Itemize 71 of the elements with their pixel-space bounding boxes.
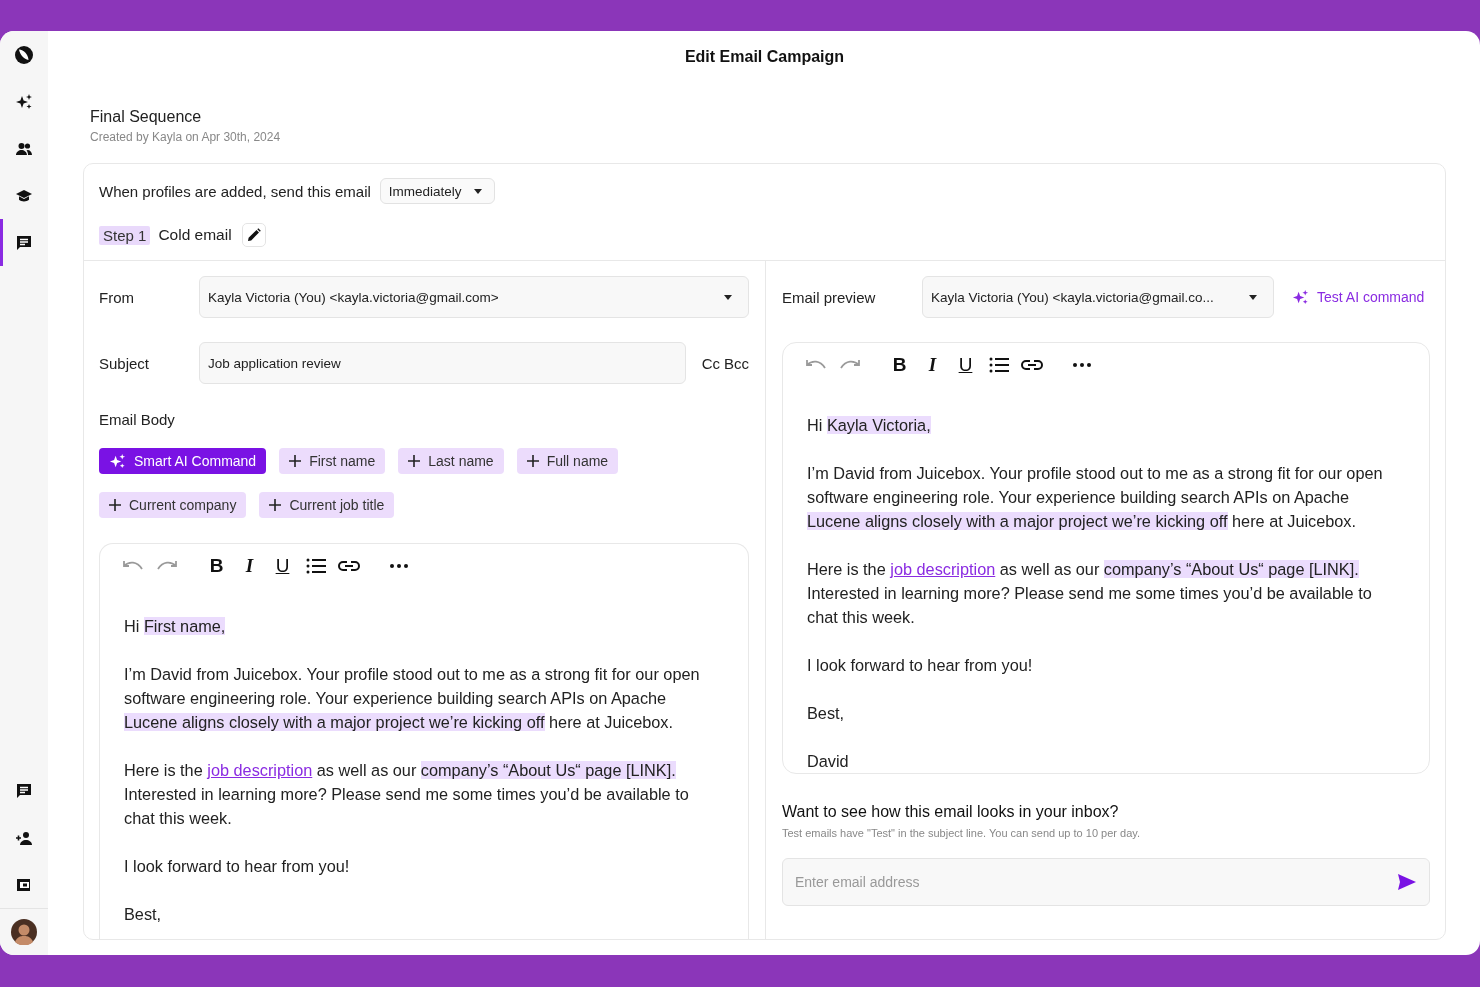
sequence-name: Final Sequence	[90, 107, 203, 127]
email-editor[interactable]	[99, 543, 749, 939]
preview-label: Email preview	[782, 288, 877, 306]
cc-link[interactable]: Cc	[701, 354, 720, 372]
subject-field[interactable]: Job application review	[199, 342, 686, 384]
more-icon	[1072, 363, 1091, 367]
from-dropdown[interactable]: Kayla Victoria (You) <kayla.victoria@gmail.com>	[199, 276, 749, 318]
variable-chip[interactable]: Last name	[398, 448, 504, 474]
plus-icon	[526, 455, 539, 467]
page-title: Edit Email Campaign	[684, 47, 845, 67]
underline-button[interactable]: U	[266, 551, 299, 581]
avatar-icon	[11, 919, 37, 945]
variable-chip[interactable]: Current company	[99, 492, 247, 518]
chat-icon	[15, 781, 33, 800]
timing-dropdown[interactable]: Immediately	[379, 178, 495, 204]
send-icon	[1398, 874, 1416, 890]
plus-icon	[269, 499, 282, 511]
variable-chip[interactable]: First name	[279, 448, 386, 474]
link-icon	[1021, 359, 1043, 371]
smart-ai-command-button[interactable]: Smart AI Command	[99, 448, 267, 474]
email-paragraph: Hi Kayla Victoria,	[807, 415, 932, 436]
job-description-link[interactable]: job description	[207, 761, 313, 779]
link-icon	[338, 560, 360, 572]
plus-icon	[289, 455, 302, 467]
sparkle-icon	[109, 452, 126, 470]
email-paragraph: David	[807, 751, 850, 772]
from-label: From	[99, 288, 135, 306]
email-paragraph: Here is the job description as well as our company’s “About Us“ page [LINK]. Interested in learning more? Please send me some times you’d be available to chat this week.	[124, 760, 690, 829]
more-icon	[389, 564, 408, 568]
caret-icon	[724, 294, 732, 300]
trigger-label: When profiles are added, send this email	[99, 182, 371, 200]
recipient-dropdown[interactable]: Kayla Victoria (You) <kayla.victoria@gmail.co...	[922, 276, 1274, 318]
send-button[interactable]	[1398, 874, 1416, 890]
underline-button[interactable]: U	[949, 350, 982, 380]
email-address-field[interactable]: Enter email address	[782, 858, 1430, 906]
bulleted-list-icon	[305, 558, 326, 574]
created-info: Created by Kayla on Apr 30th, 2024	[90, 129, 282, 145]
test-email-note: Test emails have "Test" in the subject line. You can send up to 10 per day.	[782, 826, 1141, 840]
email-paragraph: Here is the job description as well as our company’s “About Us“ page [LINK]. Interested in learning more? Please send me some times you’d be available to chat this week.	[807, 559, 1373, 628]
step-name: Cold email	[158, 226, 232, 244]
step-badge: Step 1	[99, 225, 151, 245]
bold-button[interactable]: B	[200, 551, 233, 581]
email-paragraph: I’m David from Juicebox. Your profile stood out to me as a strong fit for our open software engineering role. Your experience building search APIs on Apache Lucene aligns closely with a major project we’re kicking off here at Juicebox.	[807, 463, 1384, 532]
variable-chip[interactable]: Current job title	[259, 492, 395, 518]
caret-icon	[473, 188, 482, 194]
email-paragraph: I look forward to hear from you!	[807, 655, 1034, 676]
email-paragraph: Best,	[807, 703, 846, 724]
subject-label: Subject	[99, 354, 151, 372]
bcc-link[interactable]: Bcc	[724, 354, 749, 372]
email-paragraph: I look forward to hear from you!	[124, 856, 351, 877]
job-description-link[interactable]: job description	[890, 560, 996, 578]
sparkle-icon	[1292, 288, 1309, 306]
logo-icon	[14, 44, 34, 65]
caret-icon	[1249, 294, 1257, 300]
plus-icon	[408, 455, 421, 467]
email-paragraph: Hi First name,	[124, 616, 227, 637]
edit-button[interactable]	[241, 223, 266, 247]
plus-icon	[109, 499, 121, 511]
test-email-title: Want to see how this email looks in your inbox?	[782, 802, 1120, 822]
italic-button[interactable]: I	[916, 350, 949, 380]
chat-icon	[15, 233, 33, 252]
email-paragraph: Best,	[124, 904, 163, 925]
email-paragraph: I’m David from Juicebox. Your profile stood out to me as a strong fit for our open software engineering role. Your experience building search APIs on Apache Lucene aligns closely with a major project we’re kicking off here at Juicebox.	[124, 664, 701, 733]
variable-chip[interactable]: Full name	[516, 448, 619, 474]
italic-button[interactable]: I	[233, 551, 266, 581]
bold-button[interactable]: B	[883, 350, 916, 380]
bulleted-list-icon	[988, 357, 1009, 373]
sparkle-icon	[15, 92, 33, 111]
pencil-icon	[246, 228, 261, 242]
test-ai-command-link[interactable]: Test AI command	[1292, 288, 1425, 306]
email-body-label: Email Body	[99, 410, 176, 430]
